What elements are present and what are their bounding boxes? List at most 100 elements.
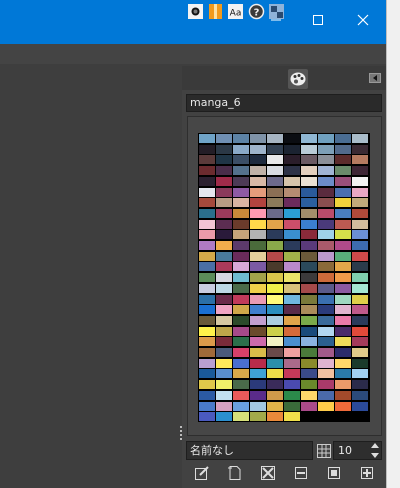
palette-swatch[interactable]	[250, 401, 266, 411]
palette-swatch[interactable]	[352, 369, 368, 379]
columns-spinner[interactable]: 10	[333, 441, 382, 460]
palette-swatch[interactable]	[301, 401, 317, 411]
palette-swatch[interactable]	[301, 358, 317, 368]
palette-swatch[interactable]	[352, 134, 368, 143]
palette-swatch[interactable]	[199, 187, 215, 197]
palette-swatch[interactable]	[301, 337, 317, 347]
palette-swatch[interactable]	[250, 315, 266, 325]
palette-swatch[interactable]	[216, 369, 232, 379]
palette-swatch[interactable]	[216, 144, 232, 154]
palette-swatch[interactable]	[335, 155, 351, 165]
palette-swatch[interactable]	[301, 348, 317, 357]
palette-swatch[interactable]	[284, 251, 300, 261]
palette-swatch[interactable]	[318, 283, 334, 293]
palette-swatch[interactable]	[233, 134, 249, 143]
palette-swatch[interactable]	[335, 294, 351, 304]
palette-swatch[interactable]	[233, 369, 249, 379]
palette-swatch[interactable]	[216, 305, 232, 315]
palette-swatch[interactable]	[250, 283, 266, 293]
tab-brush-dynamics[interactable]	[187, 3, 204, 20]
palette-swatch[interactable]	[318, 134, 334, 143]
palette-swatch[interactable]	[250, 230, 266, 240]
palette-swatch[interactable]	[216, 208, 232, 218]
palette-swatch[interactable]	[301, 230, 317, 240]
tab-images[interactable]	[268, 3, 285, 20]
palette-swatch[interactable]	[199, 358, 215, 368]
panel-menu-button[interactable]	[369, 73, 381, 83]
palette-swatch[interactable]	[284, 219, 300, 229]
palette-swatch[interactable]	[216, 390, 232, 400]
palette-swatch[interactable]	[335, 230, 351, 240]
palette-swatch[interactable]	[233, 390, 249, 400]
palette-swatch[interactable]	[216, 401, 232, 411]
palette-swatch[interactable]	[267, 187, 283, 197]
palette-swatch[interactable]	[250, 305, 266, 315]
palette-swatch[interactable]	[216, 176, 232, 186]
spin-up-icon[interactable]	[370, 442, 380, 450]
delete-entry-button[interactable]	[260, 465, 276, 481]
palette-swatch[interactable]	[199, 166, 215, 176]
palette-swatch[interactable]	[352, 198, 368, 208]
palette-swatch[interactable]	[284, 176, 300, 186]
palette-swatch[interactable]	[250, 358, 266, 368]
palette-swatch[interactable]	[250, 187, 266, 197]
palette-swatch[interactable]	[250, 134, 266, 143]
palette-swatch[interactable]	[335, 166, 351, 176]
palette-swatch[interactable]	[318, 358, 334, 368]
palette-swatch[interactable]	[267, 230, 283, 240]
palette-swatch[interactable]	[250, 241, 266, 250]
palette-swatch[interactable]	[250, 251, 266, 261]
palette-swatch[interactable]	[233, 305, 249, 315]
palette-swatch[interactable]	[352, 305, 368, 315]
palette-swatch[interactable]	[199, 230, 215, 240]
palette-swatch[interactable]	[301, 198, 317, 208]
palette-swatch[interactable]	[318, 187, 334, 197]
palette-swatch[interactable]	[301, 369, 317, 379]
palette-swatch[interactable]	[216, 273, 232, 283]
palette-swatch[interactable]	[352, 273, 368, 283]
palette-swatch[interactable]	[301, 251, 317, 261]
palette-swatch[interactable]	[250, 273, 266, 283]
palette-swatch[interactable]	[352, 219, 368, 229]
palette-swatch[interactable]	[352, 251, 368, 261]
palette-swatch[interactable]	[267, 198, 283, 208]
palette-swatch[interactable]	[335, 358, 351, 368]
palette-swatch[interactable]	[284, 369, 300, 379]
palette-swatch[interactable]	[199, 273, 215, 283]
palette-swatch[interactable]	[199, 208, 215, 218]
palette-swatch[interactable]	[216, 294, 232, 304]
palette-swatch[interactable]	[250, 144, 266, 154]
palette-swatch[interactable]	[352, 283, 368, 293]
palette-swatch[interactable]	[199, 412, 215, 422]
palette-swatch[interactable]	[284, 134, 300, 143]
palette-swatch[interactable]	[233, 337, 249, 347]
palette-swatch[interactable]	[335, 369, 351, 379]
palette-swatch[interactable]	[199, 315, 215, 325]
palette-swatch[interactable]	[284, 187, 300, 197]
palette-swatch[interactable]	[216, 348, 232, 357]
palette-swatch[interactable]	[267, 390, 283, 400]
palette-swatch[interactable]	[216, 166, 232, 176]
palette-swatch[interactable]	[301, 262, 317, 272]
palette-swatch[interactable]	[233, 412, 249, 422]
new-entry-button[interactable]	[227, 465, 243, 481]
palette-swatch[interactable]	[352, 144, 368, 154]
palette-swatch[interactable]	[284, 208, 300, 218]
palette-swatch[interactable]	[233, 326, 249, 336]
palette-swatch[interactable]	[267, 155, 283, 165]
palette-swatch[interactable]	[284, 144, 300, 154]
palette-swatch[interactable]	[250, 294, 266, 304]
palette-swatch[interactable]	[199, 219, 215, 229]
palette-swatch[interactable]	[301, 412, 317, 422]
palette-swatch[interactable]	[233, 208, 249, 218]
palette-swatch[interactable]	[301, 273, 317, 283]
palette-swatch[interactable]	[233, 198, 249, 208]
palette-swatch[interactable]	[284, 401, 300, 411]
palette-swatch[interactable]	[318, 230, 334, 240]
palette-swatch[interactable]	[233, 155, 249, 165]
palette-swatch[interactable]	[284, 337, 300, 347]
palette-swatch[interactable]	[216, 412, 232, 422]
palette-swatch[interactable]	[267, 262, 283, 272]
palette-swatch[interactable]	[233, 187, 249, 197]
palette-swatch[interactable]	[267, 412, 283, 422]
